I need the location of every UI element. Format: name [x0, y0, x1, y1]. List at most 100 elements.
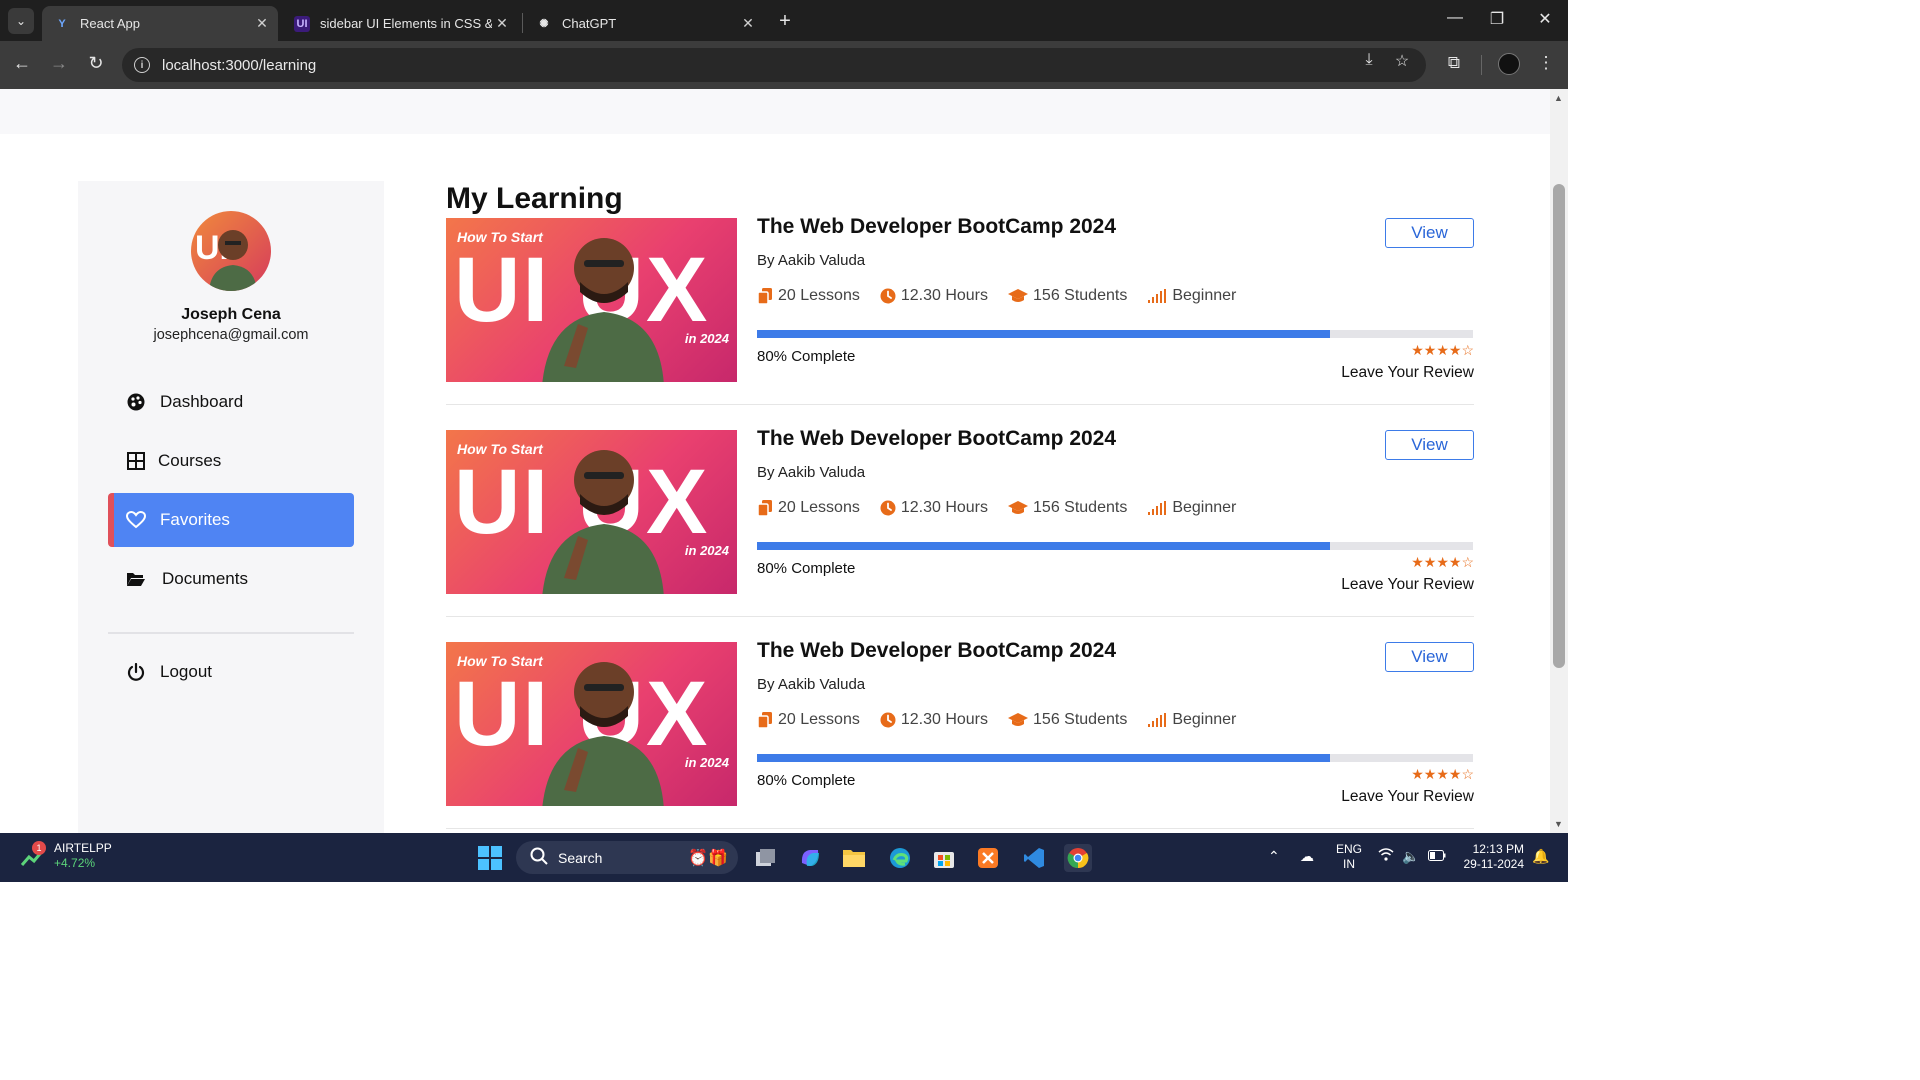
star-filled-icon[interactable]: ★ — [1449, 554, 1462, 570]
tab-title: ChatGPT — [562, 16, 617, 31]
minimize-icon[interactable]: — — [1440, 9, 1470, 27]
star-filled-icon[interactable]: ★ — [1424, 554, 1437, 570]
battery-icon[interactable] — [1428, 848, 1446, 864]
task-view-icon[interactable] — [752, 844, 780, 872]
sidebar-divider — [108, 632, 354, 634]
bookmark-star-icon[interactable]: ☆ — [1391, 51, 1413, 71]
course-title[interactable]: The Web Developer BootCamp 2024 — [757, 215, 1116, 239]
tab-react-app[interactable]: Y React App ✕ — [42, 6, 278, 41]
progress-fill — [757, 330, 1330, 338]
system-clock[interactable]: 12:13 PM 29-11-2024 — [1458, 842, 1525, 872]
course-title[interactable]: The Web Developer BootCamp 2024 — [757, 639, 1116, 663]
close-icon[interactable]: ✕ — [252, 15, 272, 32]
tab-uiverse[interactable]: UI sidebar UI Elements in CSS & Ta ✕ — [282, 6, 518, 41]
heart-icon — [126, 511, 146, 529]
folder-open-icon — [126, 571, 146, 587]
sidebar-item-label: Courses — [158, 451, 222, 470]
close-icon[interactable]: ✕ — [738, 15, 758, 32]
star-empty-icon[interactable]: ☆ — [1461, 766, 1474, 782]
sidebar: UI Joseph Cena josephcena@gmail.com Dash… — [78, 181, 384, 833]
close-icon[interactable]: ✕ — [492, 15, 512, 32]
more-menu-icon[interactable]: ⋮ — [1534, 53, 1558, 73]
star-filled-icon[interactable]: ★ — [1411, 766, 1424, 782]
scrollbar-thumb[interactable] — [1553, 184, 1565, 668]
logout-button[interactable]: Logout — [108, 645, 354, 699]
star-filled-icon[interactable]: ★ — [1411, 554, 1424, 570]
forward-arrow-icon[interactable]: → — [47, 53, 71, 74]
course-thumbnail[interactable]: UI UX How To Start in 2024 — [446, 430, 737, 594]
leave-review-link[interactable]: Leave Your Review — [1341, 576, 1474, 594]
back-arrow-icon[interactable]: ← — [10, 53, 34, 74]
clock-time: 12:13 PM — [1472, 842, 1524, 856]
star-empty-icon[interactable]: ☆ — [1461, 342, 1474, 358]
copy-icon — [757, 288, 773, 304]
chevron-up-icon[interactable]: ⌃ — [1268, 848, 1280, 865]
star-filled-icon[interactable]: ★ — [1436, 554, 1449, 570]
star-rating[interactable]: ★★★★☆ — [1411, 342, 1474, 359]
course-thumbnail[interactable]: UI UX How To Start in 2024 — [446, 642, 737, 806]
star-rating[interactable]: ★★★★☆ — [1411, 766, 1474, 783]
star-filled-icon[interactable]: ★ — [1424, 342, 1437, 358]
notification-badge: 1 — [32, 841, 46, 855]
course-thumbnail[interactable]: UI UX How To Start in 2024 — [446, 218, 737, 382]
reload-icon[interactable]: ↻ — [84, 53, 108, 74]
graduation-cap-icon — [1008, 712, 1029, 728]
sidebar-item-documents[interactable]: Documents — [108, 552, 354, 606]
site-info-icon[interactable]: i — [134, 57, 150, 73]
leave-review-link[interactable]: Leave Your Review — [1341, 364, 1474, 382]
notification-bell-icon[interactable]: 🔔 — [1532, 848, 1549, 865]
avatar: UI — [191, 211, 271, 291]
star-filled-icon[interactable]: ★ — [1424, 766, 1437, 782]
scroll-down-arrow-icon[interactable]: ▼ — [1554, 819, 1563, 829]
address-bar[interactable]: i localhost:3000/learning — [122, 48, 1426, 82]
stock-name: AIRTELPP — [54, 841, 112, 855]
edge-icon[interactable] — [886, 844, 914, 872]
lang-code: ENG — [1336, 842, 1363, 856]
xampp-icon[interactable] — [974, 844, 1002, 872]
tab-title: React App — [80, 16, 140, 31]
install-app-icon[interactable]: ⤓ — [1358, 51, 1380, 69]
copy-icon — [757, 500, 773, 516]
sidebar-item-dashboard[interactable]: Dashboard — [108, 375, 354, 429]
new-tab-button[interactable]: + — [774, 10, 796, 33]
course-title[interactable]: The Web Developer BootCamp 2024 — [757, 427, 1116, 451]
input-language[interactable]: ENG IN — [1336, 842, 1362, 872]
star-filled-icon[interactable]: ★ — [1449, 342, 1462, 358]
onedrive-offline-icon[interactable]: ☁ — [1300, 848, 1314, 865]
stock-widget[interactable]: 1 AIRTELPP +4.72% — [20, 841, 112, 871]
copilot-icon[interactable] — [796, 844, 824, 872]
wifi-icon[interactable] — [1378, 848, 1394, 864]
vscode-icon[interactable] — [1020, 844, 1048, 872]
star-filled-icon[interactable]: ★ — [1449, 766, 1462, 782]
view-button[interactable]: View — [1385, 430, 1474, 460]
star-empty-icon[interactable]: ☆ — [1461, 554, 1474, 570]
lessons-count: 20 Lessons — [778, 711, 860, 728]
extensions-icon[interactable]: ⧉ — [1442, 53, 1466, 73]
taskbar-search[interactable]: Search ⏰🎁 — [516, 841, 738, 874]
file-explorer-icon[interactable] — [840, 844, 868, 872]
profile-avatar[interactable] — [1498, 53, 1520, 75]
star-filled-icon[interactable]: ★ — [1436, 766, 1449, 782]
tab-title: sidebar UI Elements in CSS & Ta — [320, 16, 492, 31]
star-filled-icon[interactable]: ★ — [1436, 342, 1449, 358]
sidebar-item-favorites[interactable]: Favorites — [108, 493, 354, 547]
leave-review-link[interactable]: Leave Your Review — [1341, 788, 1474, 806]
tab-separator — [522, 13, 523, 33]
progress-fill — [757, 542, 1330, 550]
page-scrollbar[interactable]: ▲ ▼ — [1550, 89, 1568, 833]
tab-chatgpt[interactable]: ✺ ChatGPT ✕ — [524, 6, 764, 41]
user-email: josephcena@gmail.com — [153, 327, 309, 343]
view-button[interactable]: View — [1385, 642, 1474, 672]
restore-icon[interactable]: ❐ — [1482, 9, 1512, 29]
microsoft-store-icon[interactable] — [930, 844, 958, 872]
window-close-icon[interactable]: ✕ — [1530, 9, 1560, 29]
volume-icon[interactable]: 🔈 — [1402, 848, 1419, 865]
star-filled-icon[interactable]: ★ — [1411, 342, 1424, 358]
star-rating[interactable]: ★★★★☆ — [1411, 554, 1474, 571]
tab-search-button[interactable]: ⌄ — [8, 8, 34, 34]
scroll-up-arrow-icon[interactable]: ▲ — [1554, 93, 1563, 103]
sidebar-item-courses[interactable]: Courses — [108, 434, 354, 488]
chrome-icon[interactable] — [1064, 844, 1092, 872]
view-button[interactable]: View — [1385, 218, 1474, 248]
windows-start-icon[interactable] — [476, 844, 504, 872]
